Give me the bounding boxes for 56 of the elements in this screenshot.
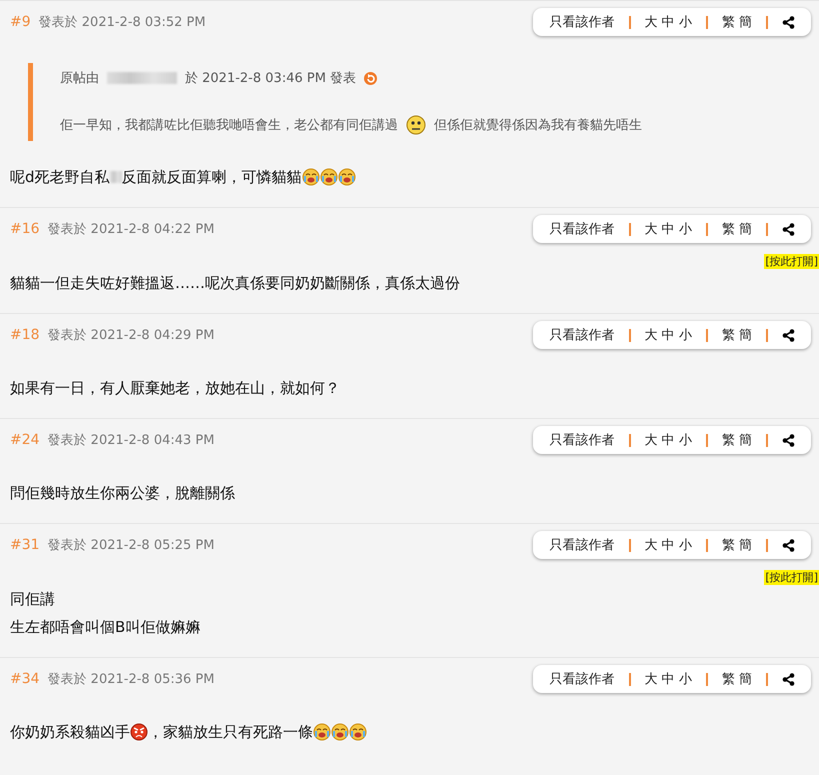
post-text: 生左都唔會叫個B叫佢做嫲嫲 bbox=[10, 618, 200, 636]
script-toggle-button[interactable]: 繁 簡 bbox=[722, 431, 752, 449]
post-text: 但係佢就覺得係因為我有養貓先唔生 bbox=[434, 117, 642, 134]
post-date: 發表於 2021-2-8 04:29 PM bbox=[48, 327, 216, 344]
post-text: 呢d死老野自私 bbox=[10, 168, 110, 186]
font-size-button[interactable]: 大 中 小 bbox=[644, 670, 692, 688]
share-icon[interactable] bbox=[782, 222, 795, 236]
post-date: 發表於 2021-2-8 04:22 PM bbox=[48, 221, 216, 238]
author-only-button[interactable]: 只看該作者 bbox=[550, 536, 615, 554]
script-toggle-button[interactable]: 繁 簡 bbox=[722, 536, 752, 554]
open-link[interactable]: [按此打開] bbox=[764, 570, 819, 585]
font-size-button[interactable]: 大 中 小 bbox=[644, 431, 692, 449]
share-icon[interactable] bbox=[782, 672, 795, 686]
post-text: 佢一早知，我都講咗比佢聽我哋唔會生，老公都有同佢講過 bbox=[60, 117, 398, 134]
script-toggle-button[interactable]: 繁 簡 bbox=[722, 326, 752, 344]
crying-emoji-icon bbox=[338, 168, 356, 186]
author-only-button[interactable]: 只看該作者 bbox=[550, 13, 615, 31]
post-text: 你奶奶系殺貓凶手 bbox=[10, 722, 130, 742]
author-only-button[interactable]: 只看該作者 bbox=[550, 326, 615, 344]
post-date: 發表於 2021-2-8 04:43 PM bbox=[48, 432, 216, 449]
font-size-button[interactable]: 大 中 小 bbox=[644, 220, 692, 238]
post-text: 貓貓一但走失咗好難搵返……呢次真係要同奶奶斷關係，真係太過份 bbox=[10, 274, 460, 292]
share-icon[interactable] bbox=[782, 328, 795, 342]
post-text: 同佢講 bbox=[10, 590, 55, 608]
crying-emoji-icon bbox=[331, 723, 349, 741]
share-icon[interactable] bbox=[782, 16, 795, 28]
font-size-button[interactable]: 大 中 小 bbox=[644, 536, 692, 554]
open-link[interactable]: [按此打開] bbox=[764, 254, 819, 269]
font-size-button[interactable]: 大 中 小 bbox=[644, 326, 692, 344]
angry-emoji-icon bbox=[130, 723, 148, 741]
script-toggle-button[interactable]: 繁 簡 bbox=[722, 13, 752, 31]
crying-emoji-icon bbox=[349, 723, 367, 741]
author-only-button[interactable]: 只看該作者 bbox=[550, 220, 615, 238]
worried-emoji-icon bbox=[406, 115, 426, 135]
blurred-name bbox=[110, 171, 122, 183]
post-date: 發表於 2021-2-8 05:25 PM bbox=[48, 537, 216, 554]
script-toggle-button[interactable]: 繁 簡 bbox=[722, 220, 752, 238]
post-text: 原帖由 bbox=[60, 70, 99, 87]
font-size-button[interactable]: 大 中 小 bbox=[644, 13, 692, 31]
post-text: 如果有一日，有人厭棄她老，放她在山，就如何？ bbox=[10, 378, 340, 398]
post-text: 問佢幾時放生你兩公婆，脫離關係 bbox=[10, 484, 235, 502]
post-text: 於 2021-2-8 03:46 PM 發表 bbox=[185, 70, 356, 87]
author-only-button[interactable]: 只看該作者 bbox=[550, 670, 615, 688]
crying-emoji-icon bbox=[302, 168, 320, 186]
crying-emoji-icon bbox=[320, 168, 338, 186]
post-date: 發表於 2021-2-8 05:36 PM bbox=[48, 671, 216, 688]
jump-to-post-icon[interactable] bbox=[364, 72, 378, 84]
share-icon[interactable] bbox=[782, 538, 795, 552]
post-text: 反面就反面算喇，可憐貓貓 bbox=[122, 168, 302, 186]
blurred-name bbox=[107, 72, 177, 84]
share-icon[interactable] bbox=[782, 434, 795, 446]
author-only-button[interactable]: 只看該作者 bbox=[550, 431, 615, 449]
post-text: ，家貓放生只有死路一條 bbox=[148, 722, 313, 742]
crying-emoji-icon bbox=[313, 723, 331, 741]
script-toggle-button[interactable]: 繁 簡 bbox=[722, 670, 752, 688]
post-date: 發表於 2021-2-8 03:52 PM bbox=[38, 14, 207, 31]
